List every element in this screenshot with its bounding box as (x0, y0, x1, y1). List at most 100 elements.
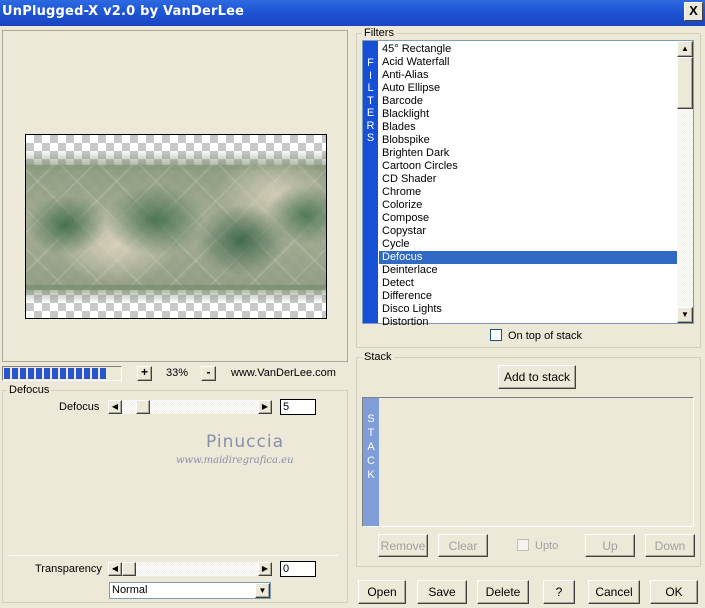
transparency-value-input[interactable]: 0 (280, 561, 316, 577)
filters-group-label: Filters (362, 27, 396, 39)
progress-segment (36, 368, 42, 379)
filters-tab-letter: E (366, 107, 375, 119)
filters-scrollbar[interactable]: ▲ ▼ (677, 41, 693, 323)
remove-button[interactable]: Remove (378, 534, 428, 557)
cancel-button[interactable]: Cancel (588, 580, 640, 604)
close-icon: X (689, 3, 698, 18)
filter-item[interactable]: Acid Waterfall (379, 56, 677, 69)
up-button[interactable]: Up (585, 534, 635, 557)
preview-image (25, 134, 327, 319)
stack-tab: STACK (363, 398, 379, 526)
blend-mode-value: Normal (112, 584, 148, 596)
close-button[interactable]: X (684, 2, 703, 21)
filter-item[interactable]: Detect (379, 277, 677, 290)
defocus-param-label: Defocus (59, 401, 100, 413)
progress-segment (28, 368, 34, 379)
defocus-value-input[interactable]: 5 (280, 399, 316, 415)
scroll-down-button[interactable]: ▼ (677, 307, 693, 323)
filter-item[interactable]: Auto Ellipse (379, 82, 677, 95)
defocus-slider-thumb[interactable] (136, 400, 150, 414)
chevron-down-icon[interactable]: ▼ (255, 583, 270, 598)
progress-segment (12, 368, 18, 379)
filter-item[interactable]: Compose (379, 212, 677, 225)
filter-item[interactable]: Blobspike (379, 134, 677, 147)
preview-texture (26, 165, 326, 290)
filters-tab: FILTERS (363, 41, 378, 323)
filters-list-box[interactable]: FILTERS 45° Rectangle Acid Waterfall Anti-… (362, 40, 694, 328)
save-button[interactable]: Save (417, 580, 467, 604)
window-title: UnPlugged-X v2.0 by VanDerLee (2, 4, 245, 19)
zoom-level: 33% (165, 367, 189, 379)
filters-tab-letter: S (366, 132, 375, 144)
watermark-url: www.maidiregrafica.eu (176, 455, 294, 466)
delete-button[interactable]: Delete (477, 580, 529, 604)
transparency-increase-button[interactable]: ▶ (258, 562, 272, 576)
open-button[interactable]: Open (358, 580, 406, 604)
defocus-decrease-button[interactable]: ◀ (108, 400, 122, 414)
on-top-label: On top of stack (508, 330, 582, 342)
filter-item[interactable]: Chrome (379, 186, 677, 199)
filter-item[interactable]: Blacklight (379, 108, 677, 121)
blend-mode-select[interactable]: Normal ▼ (109, 582, 271, 599)
preview-fade-bottom (26, 285, 326, 303)
filter-item[interactable]: Barcode (379, 95, 677, 108)
filter-item[interactable]: CD Shader (379, 173, 677, 186)
stack-group-label: Stack (362, 351, 394, 363)
filter-item[interactable]: Difference (379, 290, 677, 303)
zoom-in-button[interactable]: + (137, 366, 152, 381)
transparency-decrease-button[interactable]: ◀ (108, 562, 122, 576)
add-to-stack-button[interactable]: Add to stack (498, 365, 576, 389)
filter-item[interactable]: Cartoon Circles (379, 160, 677, 173)
progress-segment (76, 368, 82, 379)
zoom-out-button[interactable]: - (201, 366, 216, 381)
ok-button[interactable]: OK (650, 580, 698, 604)
filters-tab-letter: I (368, 69, 373, 82)
tab-spacer (363, 41, 378, 57)
progress-bar (2, 366, 122, 381)
scroll-thumb[interactable] (677, 57, 693, 109)
progress-segment (4, 368, 10, 379)
progress-segment (100, 368, 106, 379)
filter-item[interactable]: Distortion (379, 316, 677, 329)
progress-segment (52, 368, 58, 379)
filter-item[interactable]: Cycle (379, 238, 677, 251)
progress-segment (44, 368, 50, 379)
progress-segment (68, 368, 74, 379)
on-top-checkbox[interactable] (490, 329, 502, 341)
transparency-slider[interactable] (122, 562, 258, 576)
stack-list[interactable]: STACK (362, 397, 694, 527)
transparency-label: Transparency (35, 563, 102, 575)
tab-spacer (363, 398, 379, 412)
website-link[interactable]: www.VanDerLee.com (231, 367, 336, 379)
clear-button[interactable]: Clear (438, 534, 488, 557)
filter-item[interactable]: Brighten Dark (379, 147, 677, 160)
filter-item[interactable]: Blades (379, 121, 677, 134)
help-button[interactable]: ? (543, 580, 575, 604)
upto-label: Upto (535, 540, 559, 552)
progress-segment (92, 368, 98, 379)
filters-tab-letter: T (367, 94, 374, 107)
stack-tab-letter: C (367, 455, 375, 467)
defocus-increase-button[interactable]: ▶ (258, 400, 272, 414)
filter-item[interactable]: Copystar (379, 225, 677, 238)
stack-tab-letter: T (367, 427, 375, 439)
filter-item[interactable]: 45° Rectangle (379, 43, 677, 56)
filter-item[interactable]: Colorize (379, 199, 677, 212)
filter-item[interactable]: Deinterlace (379, 264, 677, 277)
filters-tab-letter: L (367, 82, 374, 94)
down-button[interactable]: Down (645, 534, 695, 557)
filter-item[interactable]: Defocus (379, 251, 677, 264)
progress-segment (84, 368, 90, 379)
filter-item[interactable]: Disco Lights (379, 303, 677, 316)
stack-tab-letter: A (367, 441, 375, 453)
progress-segment (60, 368, 66, 379)
upto-checkbox[interactable] (517, 539, 529, 551)
filter-item[interactable]: Anti-Alias (379, 69, 677, 82)
title-bar[interactable]: UnPlugged-X v2.0 by VanDerLee X (0, 0, 705, 26)
preview-panel[interactable] (2, 30, 348, 362)
scroll-up-button[interactable]: ▲ (677, 41, 693, 57)
filters-list[interactable]: 45° Rectangle Acid Waterfall Anti-Alias Aut… (379, 43, 677, 329)
stack-tab-letter: S (367, 413, 375, 425)
defocus-slider[interactable] (122, 400, 258, 414)
transparency-slider-thumb[interactable] (122, 562, 136, 576)
